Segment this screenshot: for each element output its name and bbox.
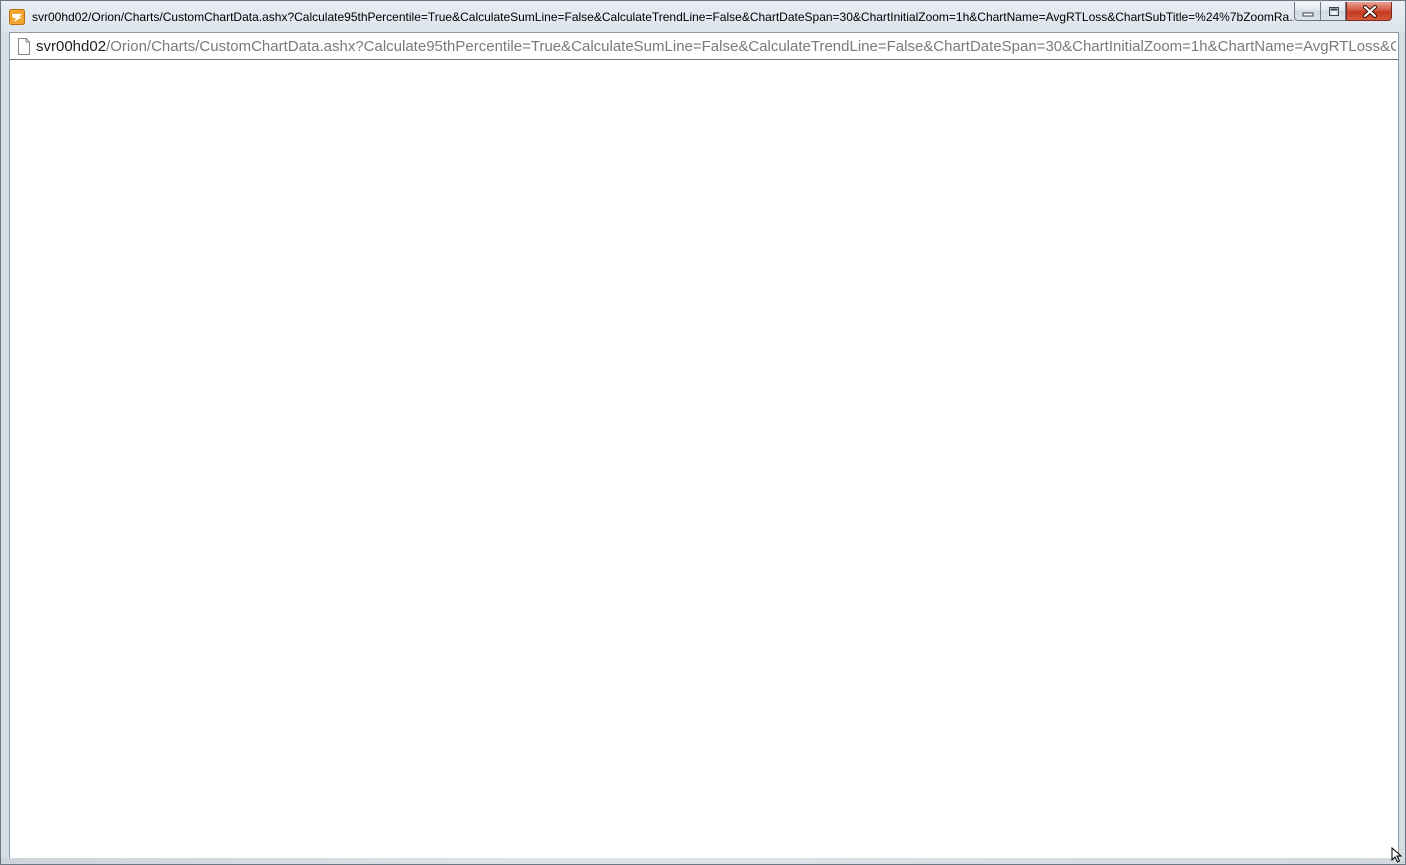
maximize-icon bbox=[1329, 7, 1339, 16]
caption-buttons bbox=[1294, 2, 1398, 22]
page-content bbox=[9, 60, 1399, 858]
window-title: svr00hd02/Orion/Charts/CustomChartData.a… bbox=[32, 10, 1294, 24]
popup-window: svr00hd02/Orion/Charts/CustomChartData.a… bbox=[0, 0, 1406, 865]
maximize-button[interactable] bbox=[1320, 2, 1346, 21]
page-icon bbox=[17, 38, 31, 55]
orion-app-icon[interactable] bbox=[9, 9, 25, 25]
minimize-button[interactable] bbox=[1294, 2, 1320, 21]
title-bar[interactable]: svr00hd02/Orion/Charts/CustomChartData.a… bbox=[1, 1, 1405, 32]
address-bar[interactable]: svr00hd02/Orion/Charts/CustomChartData.a… bbox=[9, 32, 1399, 60]
close-icon bbox=[1363, 5, 1377, 18]
resize-grip-icon[interactable] bbox=[1391, 846, 1403, 863]
url-host: svr00hd02 bbox=[36, 38, 107, 55]
url-path: /Orion/Charts/CustomChartData.ashx?Calcu… bbox=[106, 38, 1396, 55]
window-bottom-border bbox=[1, 858, 1405, 864]
url-text[interactable]: svr00hd02/Orion/Charts/CustomChartData.a… bbox=[36, 37, 1396, 57]
minimize-icon bbox=[1302, 12, 1314, 17]
close-button[interactable] bbox=[1346, 2, 1392, 21]
